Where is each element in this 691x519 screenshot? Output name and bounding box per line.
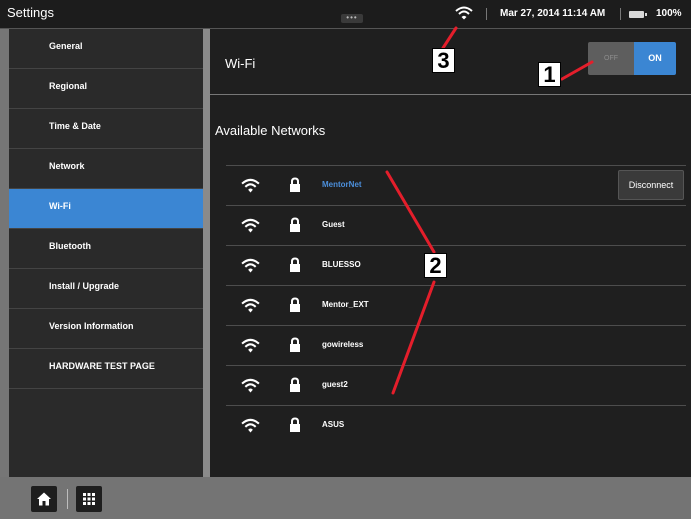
battery-icon bbox=[629, 11, 647, 18]
sidebar-item-network[interactable]: Network bbox=[9, 149, 203, 189]
network-row[interactable]: Mentor_EXT bbox=[226, 285, 686, 325]
network-name: ASUS bbox=[322, 420, 345, 429]
wifi-icon bbox=[241, 418, 260, 433]
wifi-icon bbox=[241, 258, 260, 273]
bottom-separator bbox=[67, 489, 68, 509]
disconnect-button[interactable]: Disconnect bbox=[618, 170, 684, 200]
callout-2: 2 bbox=[424, 253, 447, 278]
sidebar-item-version-information[interactable]: Version Information bbox=[9, 309, 203, 349]
status-separator bbox=[620, 8, 621, 20]
wifi-icon bbox=[241, 298, 260, 313]
sidebar-item-regional[interactable]: Regional bbox=[9, 69, 203, 109]
sidebar-item-general[interactable]: General bbox=[9, 29, 203, 69]
network-row[interactable]: ASUS bbox=[226, 405, 686, 445]
lock-icon bbox=[290, 257, 300, 272]
lock-icon bbox=[290, 177, 300, 192]
wifi-icon bbox=[241, 178, 260, 193]
page-title: Wi-Fi bbox=[225, 56, 256, 71]
callout-1: 1 bbox=[538, 62, 561, 87]
network-row[interactable]: gowireless bbox=[226, 325, 686, 365]
network-name: MentorNet bbox=[322, 180, 362, 189]
network-row[interactable]: BLUESSO bbox=[226, 245, 686, 285]
network-name: Mentor_EXT bbox=[322, 300, 369, 309]
wifi-icon bbox=[241, 218, 260, 233]
lock-icon bbox=[290, 297, 300, 312]
settings-screen: Settings ••• Mar 27, 2014 11:14 AM 100% … bbox=[0, 0, 691, 519]
sidebar-item-time-date[interactable]: Time & Date bbox=[9, 109, 203, 149]
home-icon bbox=[37, 492, 51, 506]
network-name: BLUESSO bbox=[322, 260, 361, 269]
home-button[interactable] bbox=[31, 486, 57, 512]
section-title: Available Networks bbox=[215, 123, 326, 138]
status-separator bbox=[486, 8, 487, 20]
sidebar-item-wifi[interactable]: Wi-Fi bbox=[9, 189, 203, 229]
lock-icon bbox=[290, 337, 300, 352]
wifi-toggle[interactable]: OFF ON bbox=[588, 42, 676, 75]
toggle-off-option[interactable]: OFF bbox=[588, 42, 634, 75]
network-name: gowireless bbox=[322, 340, 364, 349]
network-name: Guest bbox=[322, 220, 345, 229]
callout-3: 3 bbox=[432, 48, 455, 73]
wifi-icon bbox=[241, 378, 260, 393]
lock-icon bbox=[290, 217, 300, 232]
network-name: guest2 bbox=[322, 380, 348, 389]
network-row[interactable]: guest2 bbox=[226, 365, 686, 405]
wifi-settings-panel: Wi-Fi OFF ON Available Networks MentorNe… bbox=[210, 29, 691, 477]
toggle-on-option[interactable]: ON bbox=[634, 42, 676, 75]
battery-level: 100% bbox=[656, 8, 682, 19]
sidebar-item-bluetooth[interactable]: Bluetooth bbox=[9, 229, 203, 269]
frame-edge bbox=[0, 29, 9, 477]
app-title: Settings bbox=[7, 5, 54, 20]
lock-icon bbox=[290, 417, 300, 432]
network-row[interactable]: MentorNet Disconnect bbox=[226, 165, 686, 205]
sidebar-item-hardware-test-page[interactable]: HARDWARE TEST PAGE bbox=[9, 349, 203, 389]
status-datetime: Mar 27, 2014 11:14 AM bbox=[500, 8, 606, 19]
bottom-bar bbox=[0, 477, 691, 519]
sidebar-item-install-upgrade[interactable]: Install / Upgrade bbox=[9, 269, 203, 309]
lock-icon bbox=[290, 377, 300, 392]
pane-divider bbox=[203, 29, 210, 477]
pull-down-handle[interactable]: ••• bbox=[341, 14, 363, 23]
wifi-icon bbox=[241, 338, 260, 353]
network-list: MentorNet Disconnect Guest BLUESSO Mento… bbox=[226, 165, 686, 445]
status-bar: Settings ••• Mar 27, 2014 11:14 AM 100% bbox=[0, 0, 691, 29]
settings-sidebar: General Regional Time & Date Network Wi-… bbox=[9, 29, 203, 477]
apps-button[interactable] bbox=[76, 486, 102, 512]
network-row[interactable]: Guest bbox=[226, 205, 686, 245]
apps-grid-icon bbox=[83, 493, 95, 505]
wifi-icon bbox=[455, 6, 473, 20]
